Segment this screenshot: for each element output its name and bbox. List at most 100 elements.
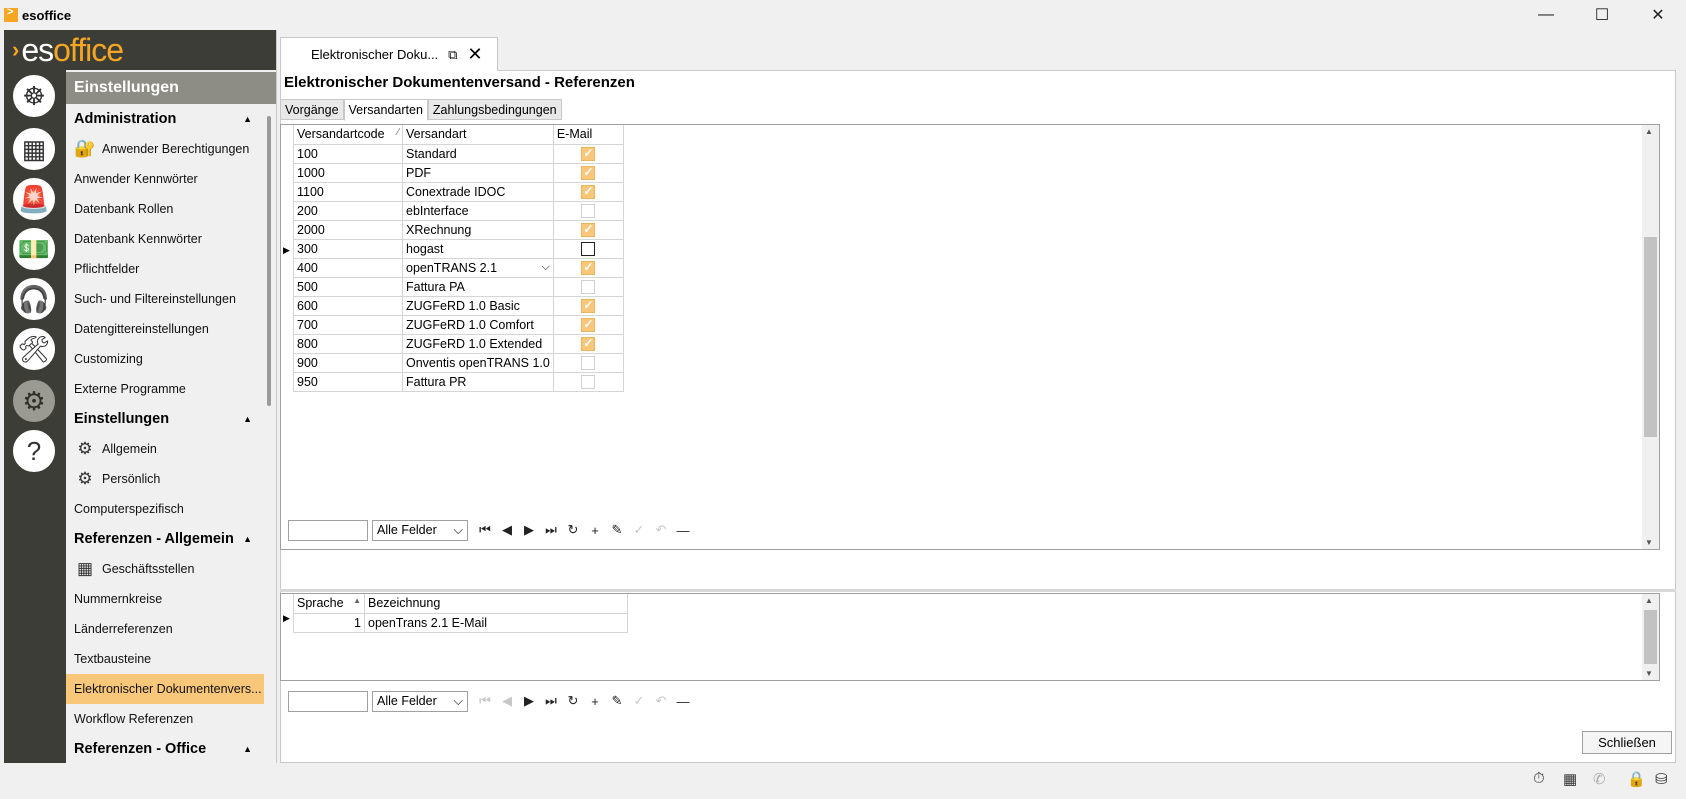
- cell-code[interactable]: 600: [293, 295, 403, 316]
- email-checkbox[interactable]: [581, 260, 596, 275]
- table-row[interactable]: 400 openTRANS 2.1 ⌵: [293, 257, 624, 278]
- col-header-sprache[interactable]: Sprache ▲: [293, 594, 365, 614]
- next-record-icon[interactable]: ▶: [518, 519, 540, 541]
- next-record-icon[interactable]: ▶: [518, 690, 540, 712]
- settings-item[interactable]: Länderreferenzen: [66, 614, 264, 644]
- cell-email[interactable]: [552, 143, 624, 164]
- confirm-icon[interactable]: ✓: [628, 519, 650, 541]
- settings-item[interactable]: Anwender Kennwörter: [66, 164, 264, 194]
- cell-code[interactable]: 400: [293, 257, 403, 278]
- cell-versandart[interactable]: openTRANS 2.1 ⌵: [402, 257, 554, 278]
- table-row[interactable]: 1100 Conextrade IDOC: [293, 181, 624, 202]
- help-icon[interactable]: ?: [11, 428, 57, 474]
- splitter[interactable]: [280, 589, 1676, 592]
- field-filter-select[interactable]: Alle Felder ⌵: [372, 519, 468, 541]
- settings-item[interactable]: Datenbank Rollen: [66, 194, 264, 224]
- settings-scrollbar[interactable]: [264, 104, 276, 763]
- prev-record-icon[interactable]: ◀: [496, 690, 518, 712]
- add-icon[interactable]: +: [584, 690, 606, 712]
- email-checkbox[interactable]: [581, 203, 596, 218]
- settings-item[interactable]: Datengittereinstellungen: [66, 314, 264, 344]
- first-record-icon[interactable]: ⏮: [474, 690, 496, 712]
- cell-code[interactable]: 700: [293, 314, 403, 335]
- email-checkbox[interactable]: [581, 241, 596, 256]
- cell-versandart[interactable]: ZUGFeRD 1.0 Comfort: [402, 314, 554, 335]
- cell-versandart[interactable]: XRechnung: [402, 219, 554, 240]
- scroll-up-icon[interactable]: ▲: [1645, 127, 1653, 136]
- col-header-versandartcode[interactable]: Versandartcode ⁄: [293, 125, 403, 145]
- money-icon[interactable]: 💵: [11, 226, 57, 272]
- cell-email[interactable]: [552, 200, 624, 221]
- email-checkbox[interactable]: [581, 165, 596, 180]
- collapse-icon[interactable]: ▲: [243, 414, 252, 424]
- prev-record-icon[interactable]: ◀: [496, 519, 518, 541]
- search-input[interactable]: [288, 519, 368, 541]
- delete-icon[interactable]: —: [672, 519, 694, 541]
- cell-code[interactable]: 1000: [293, 162, 403, 183]
- cell-versandart[interactable]: ZUGFeRD 1.0 Basic: [402, 295, 554, 316]
- cell-email[interactable]: [552, 219, 624, 240]
- cell-versandart[interactable]: PDF: [402, 162, 554, 183]
- section-header[interactable]: Administration ▲: [66, 104, 264, 134]
- table-row[interactable]: 1 openTrans 2.1 E-Mail: [293, 612, 628, 633]
- collapse-icon[interactable]: ▲: [243, 744, 252, 754]
- tab-vorgaenge[interactable]: Vorgänge: [280, 99, 344, 120]
- cell-code[interactable]: 950: [293, 371, 403, 392]
- add-icon[interactable]: +: [584, 519, 606, 541]
- email-checkbox[interactable]: [581, 355, 596, 370]
- minimize-button[interactable]: —: [1518, 0, 1574, 30]
- cell-versandart[interactable]: ZUGFeRD 1.0 Extended: [402, 333, 554, 354]
- phone-icon[interactable]: ✆: [1593, 770, 1606, 788]
- settings-item[interactable]: 🔐 Anwender Berechtigungen: [66, 134, 264, 164]
- table-row[interactable]: 500 Fattura PA: [293, 276, 624, 297]
- close-tab-icon[interactable]: ✕: [467, 44, 482, 65]
- stopwatch-icon[interactable]: ⏱: [1533, 770, 1545, 787]
- delete-icon[interactable]: —: [672, 690, 694, 712]
- cell-code[interactable]: 2000: [293, 219, 403, 240]
- section-header[interactable]: Referenzen - Office ▲: [66, 734, 264, 763]
- email-checkbox[interactable]: [581, 317, 596, 332]
- cell-email[interactable]: [552, 371, 624, 392]
- cell-email[interactable]: [552, 238, 624, 259]
- cell-email[interactable]: [552, 162, 624, 183]
- settings-item[interactable]: ▦ Geschäftsstellen: [66, 554, 264, 584]
- email-checkbox[interactable]: [581, 336, 596, 351]
- cell-bezeichnung[interactable]: openTrans 2.1 E-Mail: [364, 612, 628, 633]
- settings-item[interactable]: Workflow Referenzen: [66, 704, 264, 734]
- settings-item[interactable]: Pflichtfelder: [66, 254, 264, 284]
- settings-scroll-thumb[interactable]: [267, 116, 271, 406]
- cell-code[interactable]: 800: [293, 333, 403, 354]
- field-filter-select[interactable]: Alle Felder ⌵: [372, 690, 468, 712]
- refresh-icon[interactable]: ↻: [562, 690, 584, 712]
- edit-icon[interactable]: ✎: [606, 690, 628, 712]
- table-row[interactable]: 2000 XRechnung: [293, 219, 624, 240]
- cell-email[interactable]: [552, 352, 624, 373]
- tools-icon[interactable]: 🛠: [11, 326, 57, 372]
- table-row[interactable]: 200 ebInterface: [293, 200, 624, 221]
- col-header-versandart[interactable]: Versandart: [402, 125, 554, 145]
- section-header[interactable]: Einstellungen ▲: [66, 404, 264, 434]
- settings-item[interactable]: Externe Programme: [66, 374, 264, 404]
- cell-versandart[interactable]: Onventis openTRANS 1.0: [402, 352, 554, 373]
- search-input[interactable]: [288, 690, 368, 712]
- cell-sprache[interactable]: 1: [293, 612, 365, 633]
- settings-item[interactable]: Nummernkreise: [66, 584, 264, 614]
- scroll-up-icon[interactable]: ▲: [1645, 596, 1653, 605]
- cell-versandart[interactable]: ebInterface: [402, 200, 554, 221]
- email-checkbox[interactable]: [581, 146, 596, 161]
- table-row[interactable]: 700 ZUGFeRD 1.0 Comfort: [293, 314, 624, 335]
- scroll-down-icon[interactable]: ▼: [1645, 669, 1653, 678]
- table-row[interactable]: 600 ZUGFeRD 1.0 Basic: [293, 295, 624, 316]
- settings-item[interactable]: Datenbank Kennwörter: [66, 224, 264, 254]
- cell-code[interactable]: 300: [293, 238, 403, 259]
- versandarten-grid[interactable]: Versandartcode ⁄ Versandart E-Mail 100 Sta…: [280, 124, 1660, 550]
- scroll-down-icon[interactable]: ▼: [1645, 538, 1653, 547]
- cell-email[interactable]: [552, 276, 624, 297]
- grid1-scrollbar[interactable]: ▲ ▼: [1642, 125, 1659, 549]
- cell-versandart[interactable]: Conextrade IDOC: [402, 181, 554, 202]
- grid1-scroll-thumb[interactable]: [1644, 237, 1657, 437]
- cell-versandart[interactable]: hogast: [402, 238, 554, 259]
- settings-item[interactable]: ⚙ Allgemein: [66, 434, 264, 464]
- close-window-button[interactable]: ✕: [1630, 0, 1686, 30]
- document-tab[interactable]: Elektronischer Doku... ⧉ ✕: [280, 37, 498, 71]
